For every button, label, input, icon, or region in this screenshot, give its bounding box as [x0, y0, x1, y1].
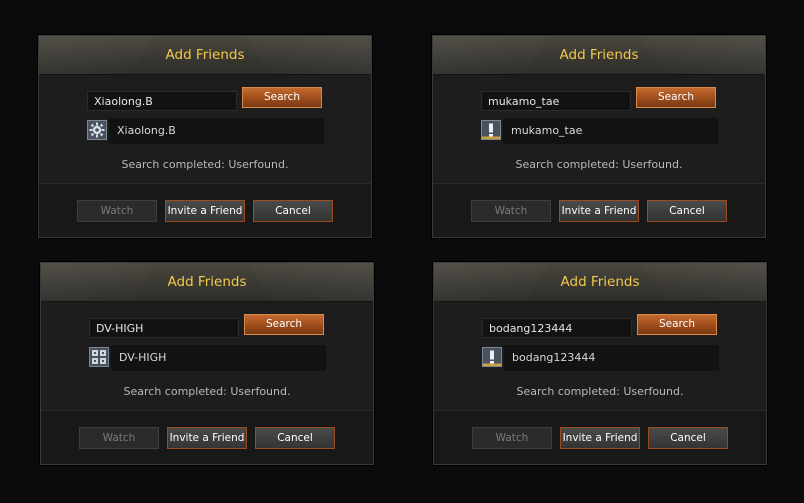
search-result-row[interactable]: mukamo_tae — [481, 118, 718, 144]
search-status-text: Search completed: Userfound. — [121, 158, 289, 171]
result-username: DV-HIGH — [111, 345, 326, 371]
cancel-button[interactable]: Cancel — [253, 200, 333, 222]
search-button[interactable]: Search — [244, 314, 324, 335]
add-friends-dialog-2: Add Friends Search mukamo_tae Search com… — [432, 35, 766, 238]
search-button[interactable]: Search — [637, 314, 717, 335]
invite-friend-button[interactable]: Invite a Friend — [165, 200, 245, 222]
search-status-text: Search completed: Userfound. — [123, 385, 291, 398]
search-status-text: Search completed: Userfound. — [515, 158, 683, 171]
result-username: bodang123444 — [504, 345, 719, 371]
watch-button[interactable]: Watch — [471, 200, 551, 222]
add-friends-dialog-4: Add Friends Search bodang123444 Search c… — [433, 262, 767, 465]
invite-friend-button[interactable]: Invite a Friend — [560, 427, 640, 449]
search-result-row[interactable]: DV-HIGH — [89, 345, 326, 371]
search-result-row[interactable]: Xiaolong.B — [87, 118, 324, 144]
alert-icon — [481, 120, 501, 140]
search-result-row[interactable]: bodang123444 — [482, 345, 719, 371]
search-button[interactable]: Search — [242, 87, 322, 108]
cancel-button[interactable]: Cancel — [648, 427, 728, 449]
cancel-button[interactable]: Cancel — [647, 200, 727, 222]
add-friends-dialog-3: Add Friends Search — [40, 262, 374, 465]
dialog-title: Add Friends — [559, 47, 639, 63]
screen: Add Friends Search — [0, 0, 804, 503]
search-input[interactable] — [482, 318, 632, 338]
search-status-text: Search completed: Userfound. — [516, 385, 684, 398]
dialog-title: Add Friends — [167, 274, 247, 290]
dialog-title: Add Friends — [165, 47, 245, 63]
grid-icon — [89, 347, 109, 367]
search-input[interactable] — [89, 318, 239, 338]
search-input[interactable] — [481, 91, 631, 111]
watch-button[interactable]: Watch — [472, 427, 552, 449]
result-username: mukamo_tae — [503, 118, 718, 144]
add-friends-dialog-1: Add Friends Search — [38, 35, 372, 238]
search-button[interactable]: Search — [636, 87, 716, 108]
cancel-button[interactable]: Cancel — [255, 427, 335, 449]
invite-friend-button[interactable]: Invite a Friend — [559, 200, 639, 222]
alert-icon — [482, 347, 502, 367]
gear-icon — [87, 120, 107, 140]
watch-button[interactable]: Watch — [79, 427, 159, 449]
invite-friend-button[interactable]: Invite a Friend — [167, 427, 247, 449]
dialog-title: Add Friends — [560, 274, 640, 290]
result-username: Xiaolong.B — [109, 118, 324, 144]
watch-button[interactable]: Watch — [77, 200, 157, 222]
search-input[interactable] — [87, 91, 237, 111]
